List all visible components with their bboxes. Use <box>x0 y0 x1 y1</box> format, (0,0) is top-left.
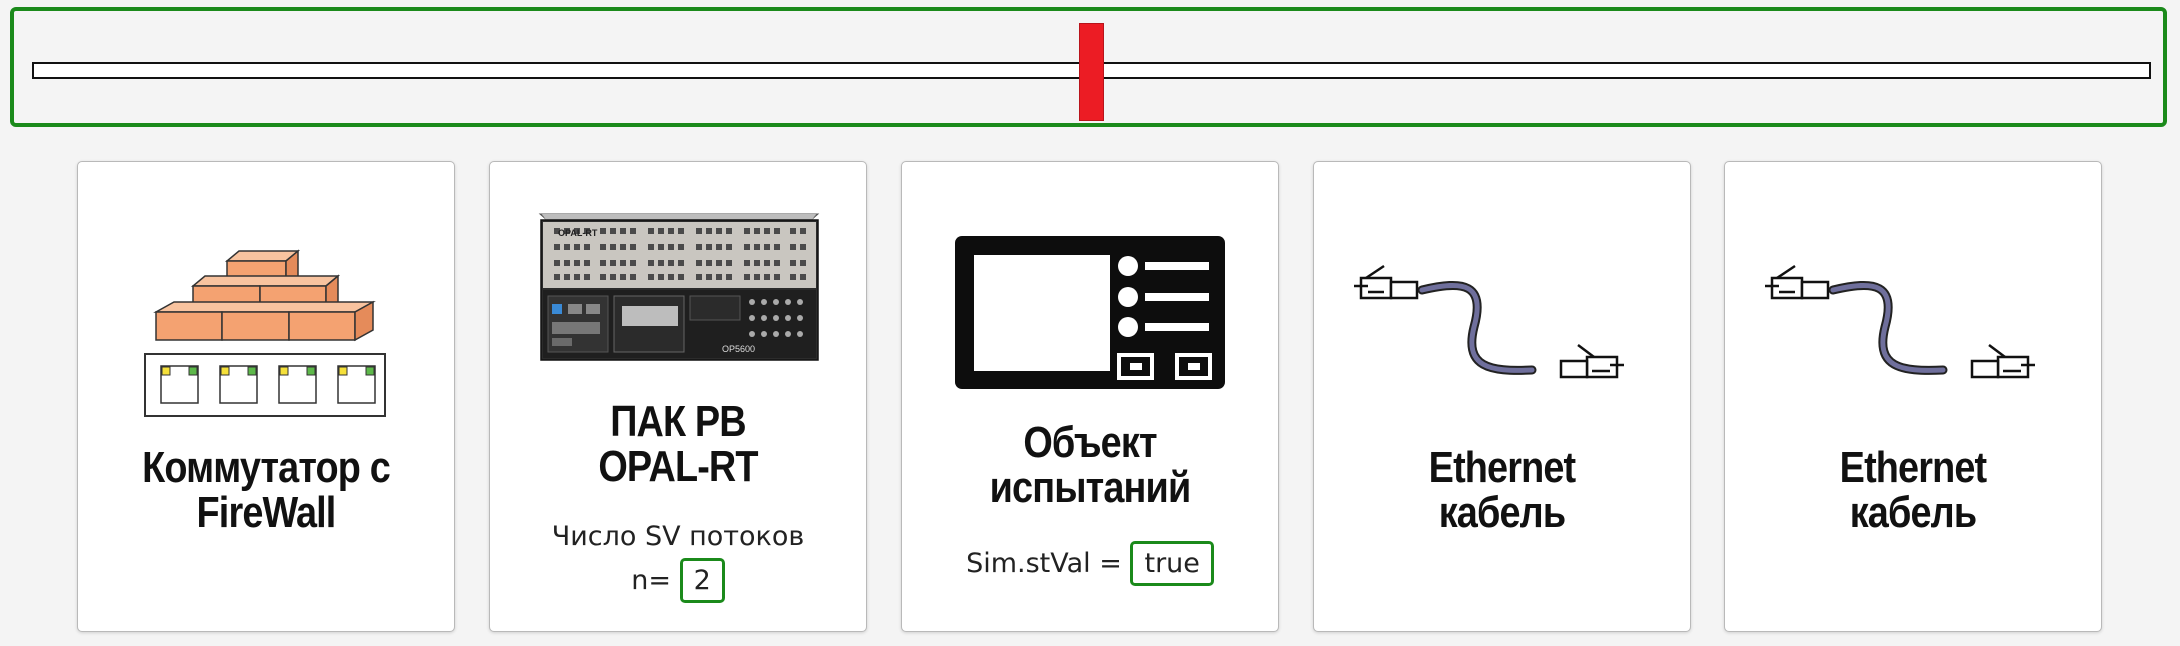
slider-panel <box>10 7 2167 127</box>
ethernet-cable-icon <box>1354 264 1624 379</box>
sim-stval-input[interactable]: true <box>1130 541 1214 586</box>
opal-rt-model-label: OP5600 <box>722 344 755 354</box>
opal-rt-brand-label: OPAL-RT <box>558 228 598 238</box>
sv-streams-row: n= 2 <box>490 558 866 603</box>
card-ethernet-cable-1[interactable]: Ethernet кабель <box>1313 161 1691 632</box>
sim-stval-row: Sim.stVal = true <box>902 541 1278 586</box>
card-title: Ethernet кабель <box>1428 443 1576 537</box>
firewall-icon <box>144 249 386 417</box>
card-test-object[interactable]: Объект испытаний Sim.stVal = true <box>901 161 1279 632</box>
card-firewall-switch[interactable]: Коммутатор с FireWall <box>77 161 455 632</box>
card-opal-rt[interactable]: OPAL-RT OP5600 ПАК РВ OPAL-RT Число SV п… <box>489 161 867 632</box>
card-title: ПАК РВ OPAL-RT <box>598 397 758 491</box>
test-object-device-icon <box>955 236 1225 389</box>
card-title: Коммутатор с FireWall <box>142 443 391 537</box>
opal-rt-device-icon: OPAL-RT OP5600 <box>538 213 820 361</box>
card-title: Ethernet кабель <box>1839 443 1987 537</box>
ethernet-cable-icon <box>1765 264 2035 379</box>
card-ethernet-cable-2[interactable]: Ethernet кабель <box>1724 161 2102 632</box>
sv-streams-label: Число SV потоков <box>551 521 805 552</box>
sv-streams-field-label: n= <box>631 565 671 596</box>
slider-thumb[interactable] <box>1079 23 1104 121</box>
sim-stval-label: Sim.stVal = <box>966 548 1122 579</box>
card-title: Объект испытаний <box>989 418 1192 512</box>
sv-streams-input[interactable]: 2 <box>679 558 725 603</box>
